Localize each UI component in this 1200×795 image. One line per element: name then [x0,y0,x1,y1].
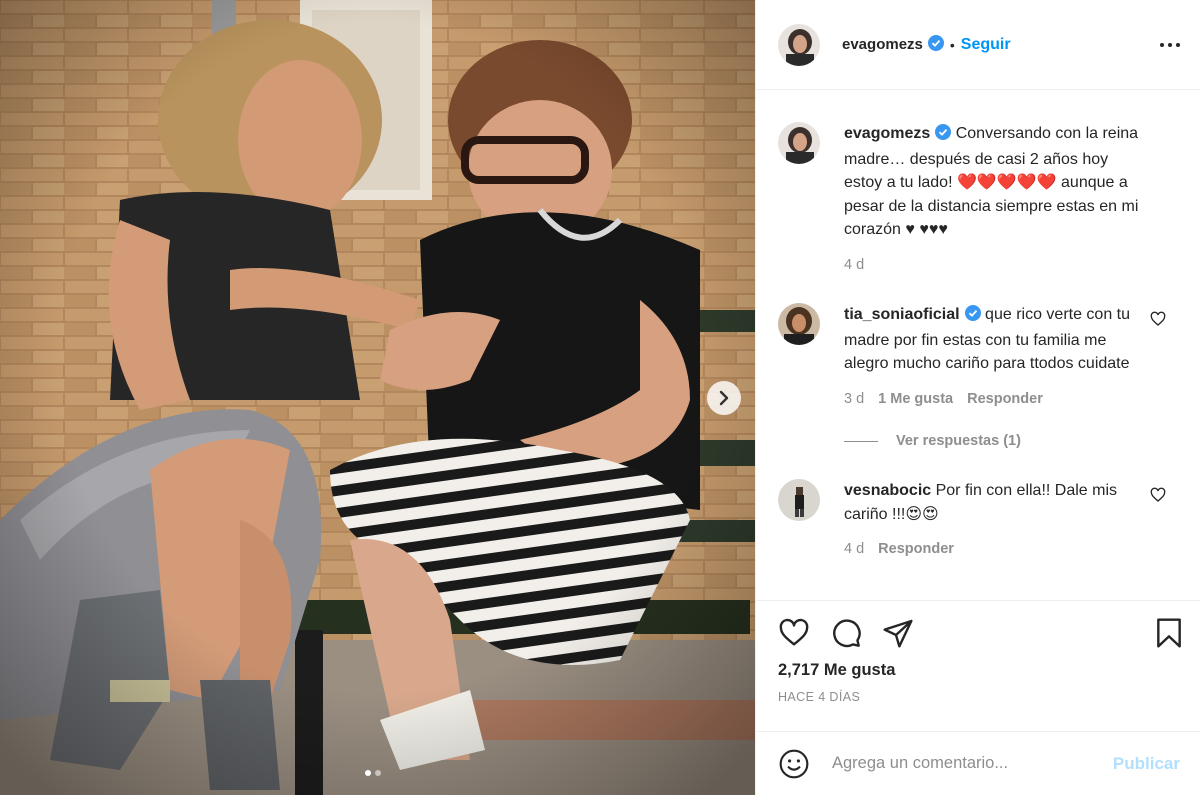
comment-time: 4 d [844,541,865,557]
replies-divider [844,440,878,442]
bookmark-icon[interactable] [1154,617,1184,649]
view-replies-label: Ver respuestas (1) [896,433,1021,449]
emoji-icon[interactable] [778,748,810,780]
caption-username[interactable]: evagomezs [844,125,930,142]
action-icons [778,601,1184,661]
author-username[interactable]: evagomezs [842,36,923,53]
verified-badge-icon [964,305,981,329]
caption-meta: 4 d [844,254,1144,278]
follow-button[interactable]: Seguir [961,36,1011,54]
post-photo[interactable] [0,0,755,795]
reply-button[interactable]: Responder [878,538,954,562]
post-actions: 2,717 Me gusta HACE 4 DÍAS Publicar [756,600,1200,795]
view-replies-button[interactable]: Ver respuestas (1) [844,433,1178,449]
comment-body: vesnabocic Por fin con ella!! Dale mis c… [844,479,1144,562]
verified-badge-icon [927,35,944,54]
carousel-dot-2 [375,770,381,776]
chevron-right-icon [719,390,729,406]
comment-meta: 3 d 1 Me gusta Responder [844,388,1144,412]
likes-count[interactable]: 2,717 Me gusta [778,661,1184,680]
add-comment-bar: Publicar [756,731,1200,795]
publish-button[interactable]: Publicar [1113,754,1180,774]
like-comment-heart-icon[interactable] [1150,487,1166,506]
caption-avatar[interactable] [778,122,820,164]
comment-input[interactable] [832,754,1113,773]
post-date: HACE 4 DÍAS [778,690,861,704]
post-header: evagomezs • Seguir [756,0,1200,90]
post-side-panel: evagomezs • Seguir evagomezs Conversando… [755,0,1200,795]
comment-meta: 4 d Responder [844,538,1144,562]
commenter-avatar[interactable] [778,303,820,345]
caption-body: evagomezs Conversando con la reina madre… [844,122,1144,277]
comment-icon[interactable] [830,617,862,649]
photo-scene [0,0,755,795]
comment-item: tia_soniaoficial que rico verte con tu m… [778,303,1178,411]
caption-red-hearts: ❤️❤️❤️❤️❤️ [956,174,1057,191]
commenter-avatar[interactable] [778,479,820,521]
caption: evagomezs Conversando con la reina madre… [778,122,1178,277]
commenter-username[interactable]: tia_soniaoficial [844,306,960,323]
carousel-next-button[interactable] [707,381,741,415]
heart-icon[interactable] [778,617,810,649]
carousel-dot-1 [365,770,371,776]
more-options-button[interactable] [1160,42,1180,47]
verified-badge-icon [935,124,952,148]
reply-button[interactable]: Responder [967,388,1043,412]
comment-likes[interactable]: 1 Me gusta [878,388,953,412]
commenter-username[interactable]: vesnabocic [844,482,931,499]
author-avatar[interactable] [778,23,820,66]
caption-time: 4 d [844,256,865,273]
more-horizontal-icon [1160,42,1164,47]
like-comment-heart-icon[interactable] [1150,311,1166,330]
comment-time: 3 d [844,390,865,407]
carousel-indicator [365,770,381,776]
comment-body: tia_soniaoficial que rico verte con tu m… [844,303,1144,411]
caption-black-hearts: ♥ ♥♥♥ [905,221,948,238]
instagram-post: evagomezs • Seguir evagomezs Conversando… [0,0,1200,795]
comments-list[interactable]: evagomezs Conversando con la reina madre… [756,90,1200,600]
share-icon[interactable] [882,617,914,649]
comment-item: vesnabocic Por fin con ella!! Dale mis c… [778,479,1178,562]
header-separator: • [949,36,955,53]
comment-emoji: 😍😍 [905,505,939,523]
